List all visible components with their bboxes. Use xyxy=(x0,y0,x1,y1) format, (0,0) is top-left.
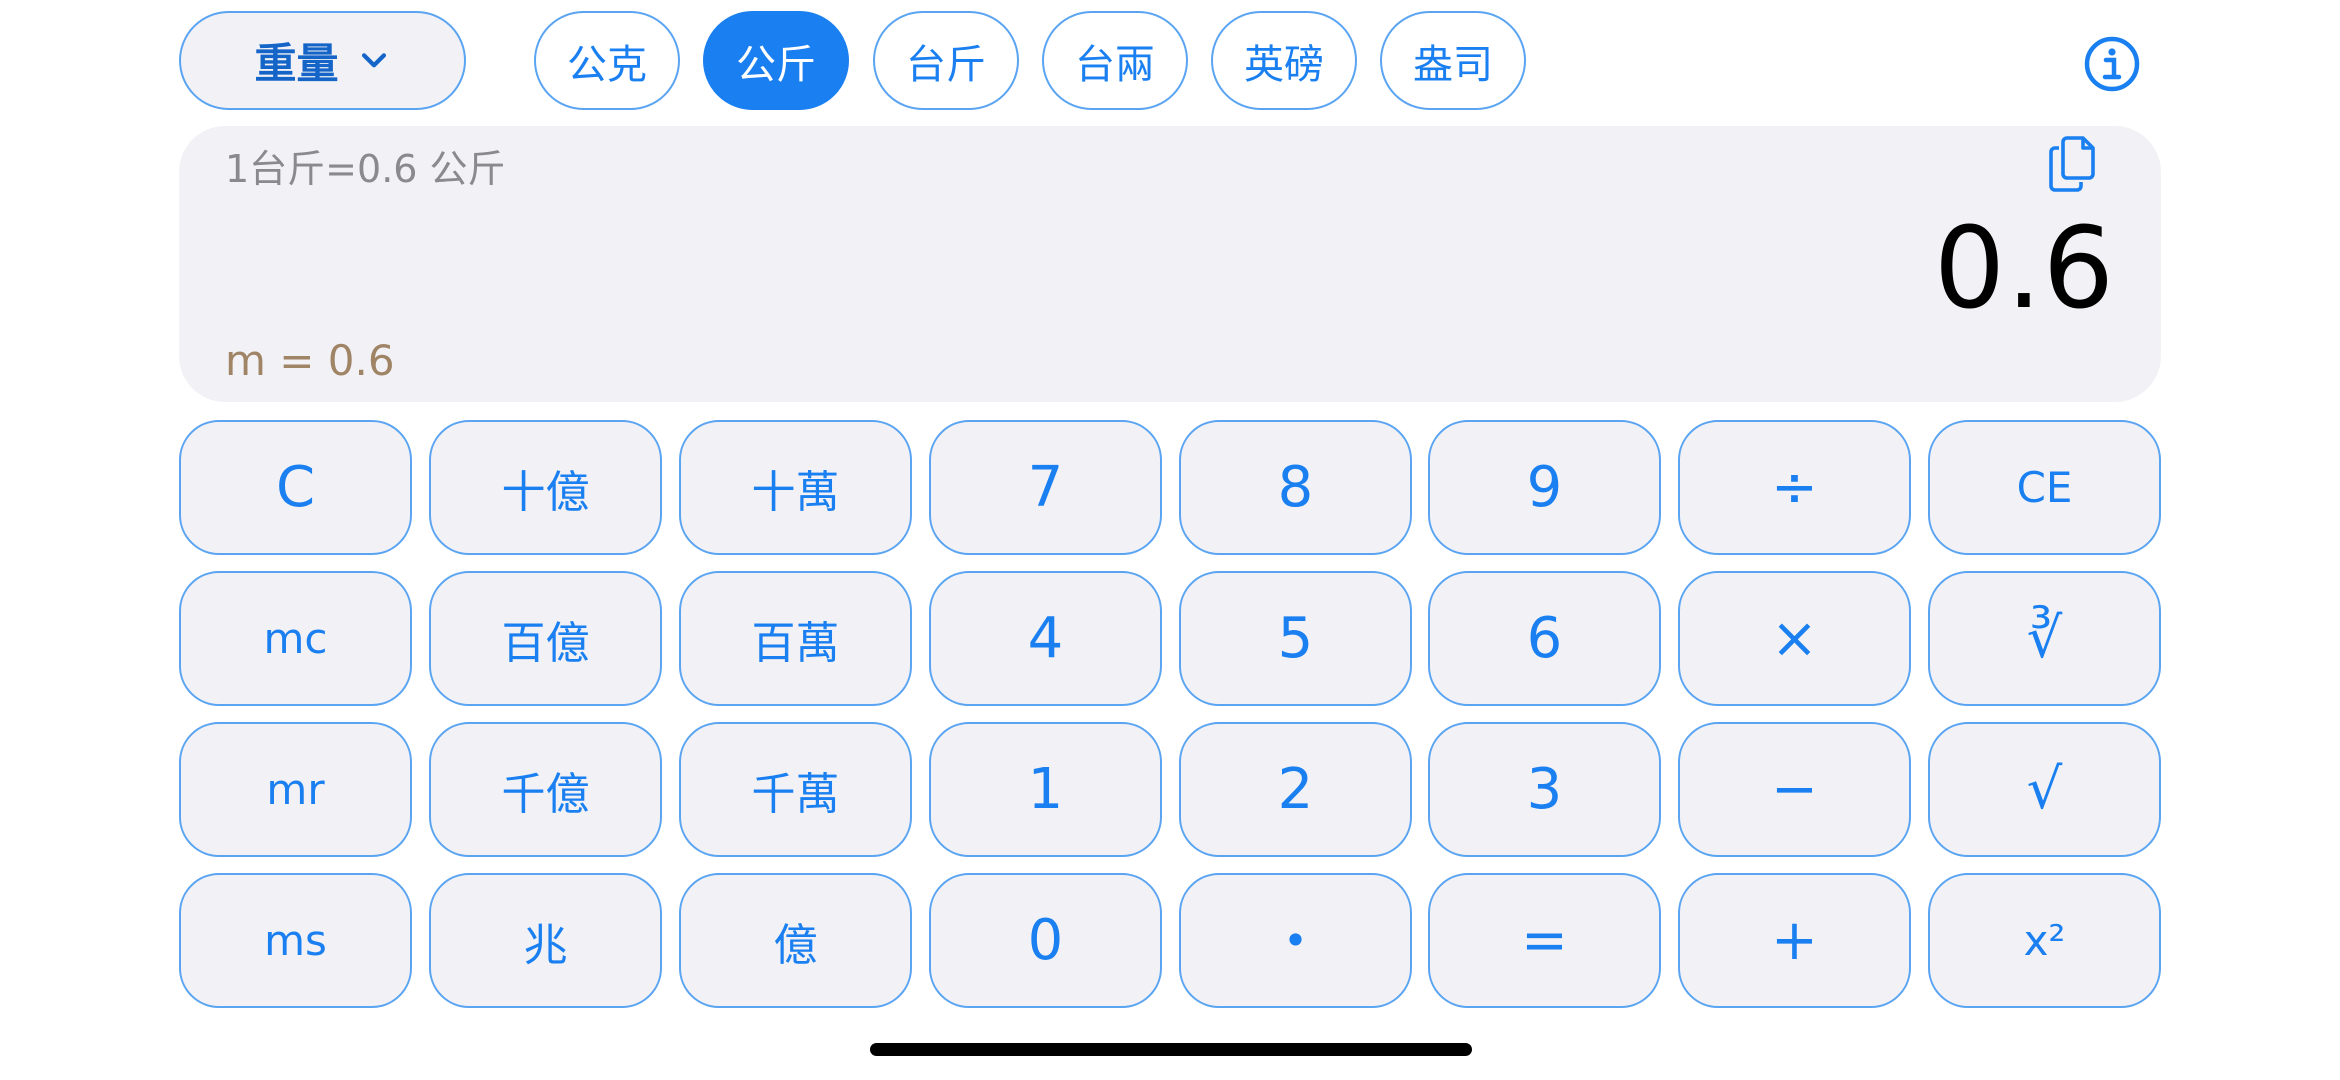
category-label: 重量 xyxy=(254,39,339,88)
unit-tab-pound[interactable]: 英磅 xyxy=(1211,11,1357,110)
key-3[interactable]: 3 xyxy=(1428,722,1661,857)
key-4[interactable]: 4 xyxy=(929,571,1162,706)
key-5[interactable]: 5 xyxy=(1179,571,1412,706)
category-dropdown-button[interactable]: 重量 xyxy=(179,11,466,110)
copy-icon[interactable] xyxy=(2039,130,2105,196)
key-ten-billion[interactable]: 百億 xyxy=(429,571,662,706)
conversion-formula: 1台斤=0.6 公斤 xyxy=(225,147,506,191)
key-billion-ten[interactable]: 十億 xyxy=(429,420,662,555)
key-hundred-thousand[interactable]: 十萬 xyxy=(679,420,912,555)
key-memory-clear[interactable]: mc xyxy=(179,571,412,706)
key-multiply[interactable]: × xyxy=(1678,571,1911,706)
key-8[interactable]: 8 xyxy=(1179,420,1412,555)
key-square[interactable]: x² xyxy=(1928,873,2161,1008)
key-million[interactable]: 百萬 xyxy=(679,571,912,706)
info-circle-icon[interactable] xyxy=(2083,35,2141,93)
key-equals[interactable]: = xyxy=(1428,873,1661,1008)
key-6[interactable]: 6 xyxy=(1428,571,1661,706)
key-ten-million[interactable]: 千萬 xyxy=(679,722,912,857)
key-square-root[interactable]: √ xyxy=(1928,722,2161,857)
display-panel: 1台斤=0.6 公斤 0.6 m = 0.6 xyxy=(179,126,2161,402)
key-0[interactable]: 0 xyxy=(929,873,1162,1008)
key-memory-recall[interactable]: mr xyxy=(179,722,412,857)
unit-tab-ounce[interactable]: 盎司 xyxy=(1380,11,1526,110)
home-indicator[interactable] xyxy=(870,1043,1472,1056)
unit-tab-gram[interactable]: 公克 xyxy=(534,11,680,110)
key-7[interactable]: 7 xyxy=(929,420,1162,555)
key-1[interactable]: 1 xyxy=(929,722,1162,857)
key-clear[interactable]: C xyxy=(179,420,412,555)
chevron-down-icon xyxy=(361,52,386,67)
key-subtract[interactable]: − xyxy=(1678,722,1911,857)
key-add[interactable]: + xyxy=(1678,873,1911,1008)
unit-tab-kilogram[interactable]: 公斤 xyxy=(703,11,849,110)
calculator-screen: 重量 公克 公斤 台斤 台兩 英磅 盎司 1台斤=0.6 公斤 0.6 m = … xyxy=(0,0,2340,1080)
result-value: 0.6 xyxy=(1933,204,2115,334)
key-9[interactable]: 9 xyxy=(1428,420,1661,555)
key-2[interactable]: 2 xyxy=(1179,722,1412,857)
unit-tab-tael[interactable]: 台兩 xyxy=(1042,11,1188,110)
unit-tab-catty[interactable]: 台斤 xyxy=(873,11,1019,110)
key-divide[interactable]: ÷ xyxy=(1678,420,1911,555)
key-cube-root[interactable]: ∛ xyxy=(1928,571,2161,706)
key-hundred-billion[interactable]: 千億 xyxy=(429,722,662,857)
key-trillion[interactable]: 兆 xyxy=(429,873,662,1008)
key-clear-entry[interactable]: CE xyxy=(1928,420,2161,555)
key-hundred-million[interactable]: 億 xyxy=(679,873,912,1008)
memory-value: m = 0.6 xyxy=(225,336,395,385)
key-memory-store[interactable]: ms xyxy=(179,873,412,1008)
key-decimal-point[interactable]: • xyxy=(1179,873,1412,1008)
